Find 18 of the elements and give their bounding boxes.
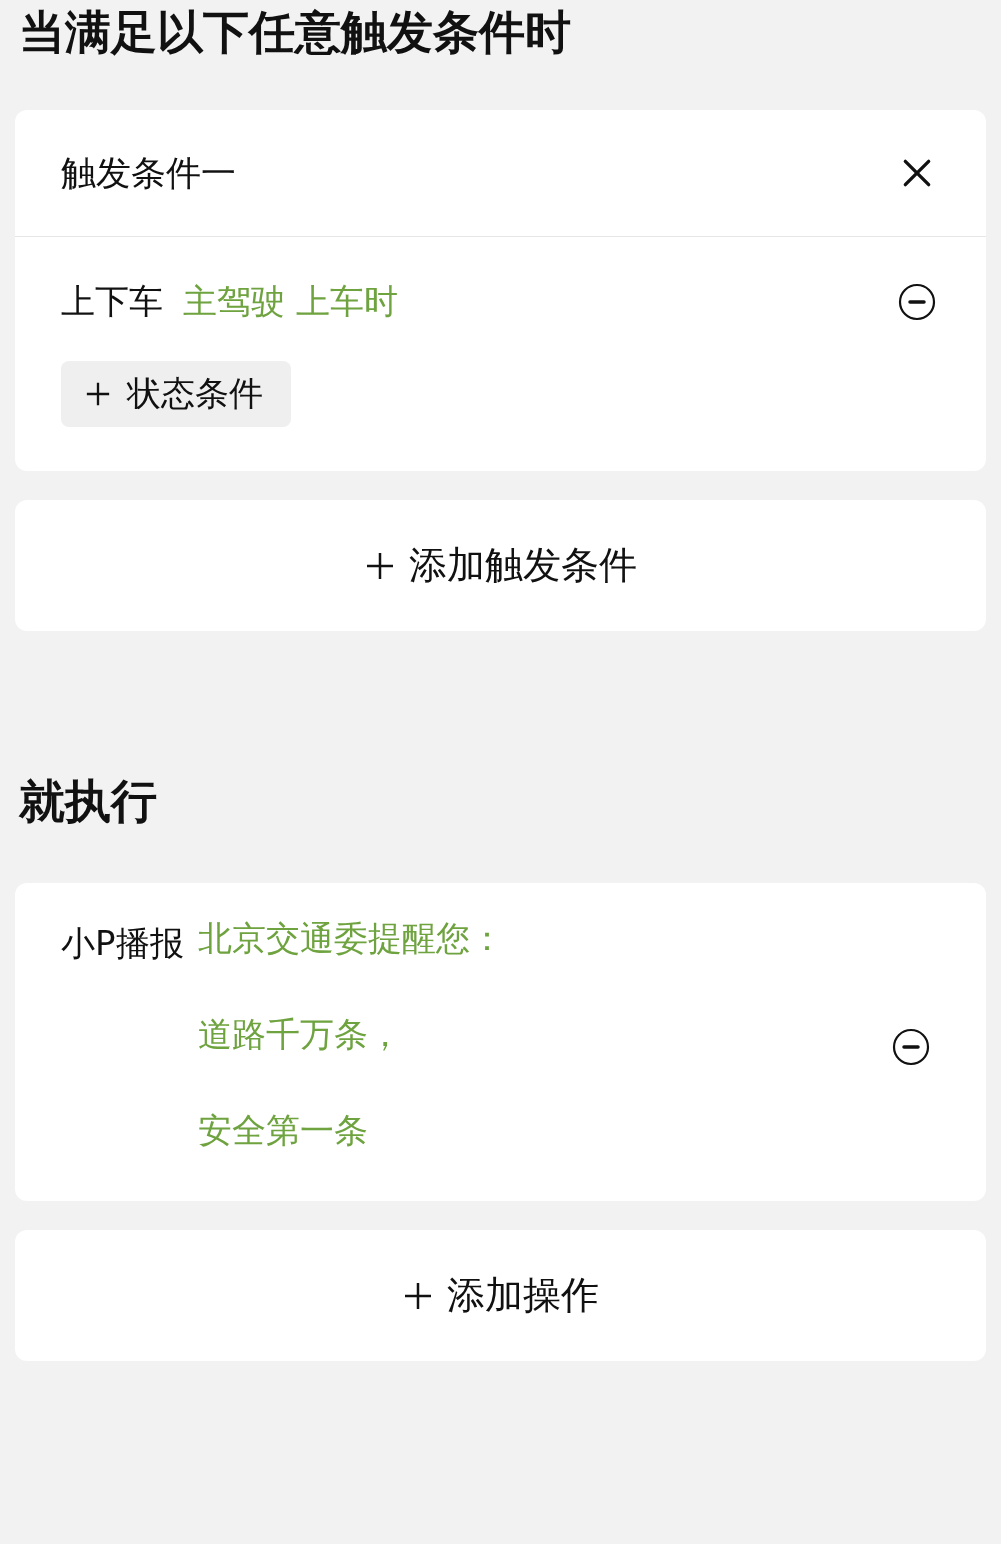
add-state-condition-button[interactable]: 状态条件 bbox=[61, 361, 291, 427]
plus-icon bbox=[85, 381, 111, 407]
trigger-title: 触发条件一 bbox=[61, 151, 236, 195]
remove-icon[interactable] bbox=[898, 283, 936, 321]
condition-label: 上下车 bbox=[61, 280, 163, 323]
action-label: 小P播报 bbox=[61, 922, 184, 965]
section-title: 就执行 bbox=[17, 773, 158, 830]
plus-icon bbox=[402, 1280, 433, 1311]
broadcast-text: 安全第一条 bbox=[197, 1109, 369, 1152]
section-title: 当满足以下任意触发条件时 bbox=[18, 4, 572, 61]
close-icon[interactable] bbox=[902, 158, 932, 188]
broadcast-text: 道路千万条， bbox=[197, 1013, 403, 1056]
broadcast-text: 北京交通委提醒您： bbox=[197, 917, 504, 960]
condition-value: 主驾驶 上车时 bbox=[183, 280, 398, 323]
remove-icon[interactable] bbox=[892, 1028, 930, 1066]
add-trigger-button[interactable]: 添加触发条件 bbox=[15, 500, 986, 631]
plus-icon bbox=[364, 550, 395, 581]
add-action-button[interactable]: 添加操作 bbox=[15, 1230, 986, 1361]
